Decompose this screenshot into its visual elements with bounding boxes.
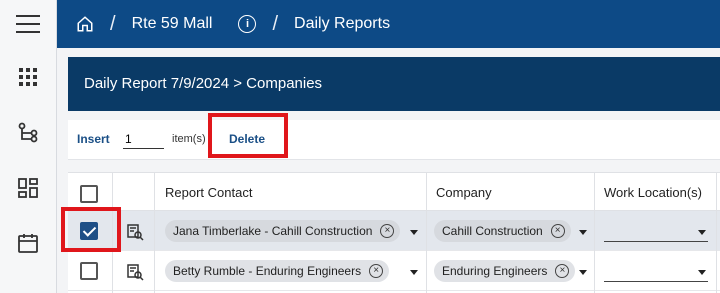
checkbox-highlight-box — [61, 207, 121, 252]
apps-grid-icon[interactable] — [17, 66, 39, 88]
column-divider — [716, 173, 717, 293]
caret-down-icon[interactable] — [579, 270, 587, 275]
page-title: Daily Report 7/9/2024 > Companies — [84, 75, 323, 92]
report-contact-chip: Jana Timberlake - Cahill Construction × — [165, 220, 401, 242]
company-chip: Enduring Engineers × — [434, 260, 576, 282]
company-value: Enduring Engineers — [442, 264, 548, 278]
view-details-icon[interactable] — [126, 223, 144, 241]
column-divider — [154, 173, 155, 293]
select-all-checkbox[interactable] — [80, 185, 98, 203]
breadcrumb-separator: / — [110, 12, 116, 35]
breadcrumb-separator: / — [272, 12, 279, 35]
breadcrumb-project-link[interactable]: Rte 59 Mall — [132, 15, 213, 33]
work-location-select[interactable] — [604, 281, 708, 282]
column-header-work-locations[interactable]: Work Location(s) — [604, 185, 702, 200]
view-details-icon[interactable] — [126, 263, 144, 281]
caret-down-icon[interactable] — [698, 270, 706, 275]
caret-down-icon[interactable] — [579, 230, 587, 235]
caret-down-icon[interactable] — [410, 230, 418, 235]
report-contact-value: Jana Timberlake - Cahill Construction — [173, 224, 373, 238]
remove-circle-icon[interactable]: × — [369, 264, 384, 278]
calendar-icon[interactable] — [17, 232, 39, 254]
caret-down-icon[interactable] — [698, 230, 706, 235]
insert-button[interactable]: Insert — [77, 132, 110, 146]
column-header-report-contact[interactable]: Report Contact — [165, 185, 252, 200]
remove-circle-icon[interactable]: × — [380, 224, 395, 238]
insert-quantity-input[interactable] — [123, 129, 164, 149]
report-contact-chip: Betty Rumble - Enduring Engineers × — [165, 260, 390, 282]
remove-circle-icon[interactable]: × — [555, 264, 570, 278]
breadcrumb: / Rte 59 Mall i / Daily Reports — [76, 0, 390, 48]
menu-button[interactable] — [0, 0, 57, 48]
company-value: Cahill Construction — [442, 224, 543, 238]
company-chip: Cahill Construction × — [434, 220, 571, 242]
work-location-select[interactable] — [604, 241, 708, 242]
column-divider — [426, 173, 427, 293]
dashboard-icon[interactable] — [17, 177, 39, 199]
page-header: Daily Report 7/9/2024 > Companies — [68, 57, 720, 111]
caret-down-icon[interactable] — [410, 270, 418, 275]
sidebar — [0, 48, 57, 293]
grid-header-row: Report Contact Company Work Location(s) — [68, 173, 720, 211]
delete-highlight-box — [208, 113, 288, 158]
table-row[interactable]: Jana Timberlake - Cahill Construction × … — [68, 211, 720, 251]
breadcrumb-page-link[interactable]: Daily Reports — [294, 15, 390, 33]
column-divider — [594, 173, 595, 293]
companies-grid: Report Contact Company Work Location(s) … — [68, 172, 720, 293]
table-row[interactable]: Betty Rumble - Enduring Engineers × Endu… — [68, 251, 720, 291]
top-bar: / Rte 59 Mall i / Daily Reports — [0, 0, 720, 48]
report-contact-value: Betty Rumble - Enduring Engineers — [173, 264, 362, 278]
column-header-company[interactable]: Company — [436, 185, 492, 200]
remove-circle-icon[interactable]: × — [550, 224, 565, 238]
hamburger-menu-icon — [16, 15, 40, 33]
items-label: item(s) — [172, 133, 206, 145]
info-icon[interactable]: i — [238, 15, 257, 33]
hierarchy-icon[interactable] — [17, 122, 39, 144]
grid-toolbar: Insert item(s) Delete — [68, 120, 720, 160]
app-frame: / Rte 59 Mall i / Daily Reports Daily Re… — [0, 0, 720, 293]
home-icon[interactable] — [76, 15, 94, 33]
row-checkbox[interactable] — [80, 262, 98, 280]
